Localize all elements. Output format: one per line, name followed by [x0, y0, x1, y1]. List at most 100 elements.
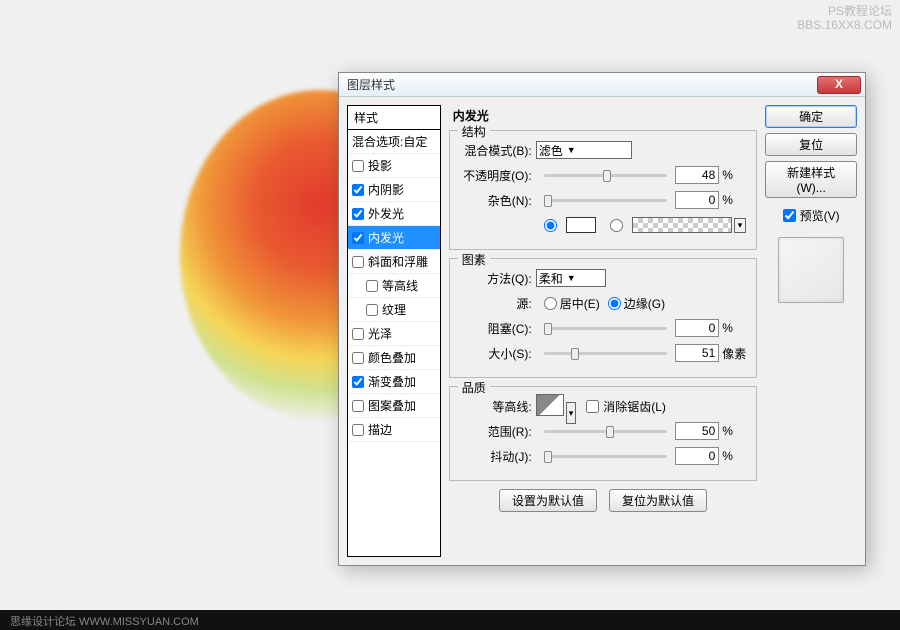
- layer-style-dialog: 图层样式 X 样式 混合选项:自定投影内阴影外发光内发光斜面和浮雕等高线纹理光泽…: [338, 72, 866, 566]
- style-checkbox[interactable]: [352, 208, 364, 220]
- watermark-line2: BBS.16XX8.COM: [797, 18, 892, 32]
- blend-mode-select[interactable]: 滤色▼: [536, 141, 632, 159]
- style-row[interactable]: 渐变叠加: [348, 370, 440, 394]
- style-label: 颜色叠加: [368, 349, 416, 366]
- antialias-checkbox[interactable]: [586, 400, 599, 413]
- style-label: 纹理: [382, 301, 406, 318]
- range-slider[interactable]: [544, 430, 668, 433]
- style-label: 等高线: [382, 277, 418, 294]
- jitter-label: 抖动(J):: [460, 448, 536, 465]
- style-row[interactable]: 内阴影: [348, 178, 440, 202]
- style-checkbox[interactable]: [352, 184, 364, 196]
- source-label: 源:: [460, 295, 536, 312]
- jitter-slider[interactable]: [544, 455, 668, 458]
- gradient-swatch[interactable]: [632, 217, 732, 233]
- preview-label: 预览(V): [800, 207, 840, 224]
- noise-input[interactable]: 0: [675, 191, 719, 209]
- opacity-input[interactable]: 48: [675, 166, 719, 184]
- size-input[interactable]: 51: [675, 344, 719, 362]
- range-input[interactable]: 50: [675, 422, 719, 440]
- opacity-label: 不透明度(O):: [460, 167, 536, 184]
- titlebar[interactable]: 图层样式 X: [339, 73, 865, 97]
- choke-input[interactable]: 0: [675, 319, 719, 337]
- color-swatch[interactable]: [566, 217, 596, 233]
- style-checkbox[interactable]: [366, 280, 378, 292]
- style-checkbox[interactable]: [352, 232, 364, 244]
- chevron-down-icon: ▼: [567, 145, 576, 155]
- unit-px: 像素: [722, 345, 746, 362]
- watermark-bottom: 思缘设计论坛 WWW.MISSYUAN.COM: [0, 610, 900, 630]
- style-row[interactable]: 等高线: [348, 274, 440, 298]
- style-label: 斜面和浮雕: [368, 253, 428, 270]
- style-checkbox[interactable]: [352, 160, 364, 172]
- style-label: 投影: [368, 157, 392, 174]
- technique-select[interactable]: 柔和▼: [536, 269, 606, 287]
- close-button[interactable]: X: [817, 76, 861, 94]
- legend-structure: 结构: [458, 123, 490, 140]
- style-label: 外发光: [368, 205, 404, 222]
- group-quality: 品质 等高线: ▾ 消除锯齿(L) 范围(R): 50 %: [449, 386, 758, 481]
- style-checkbox[interactable]: [352, 328, 364, 340]
- unit-percent: %: [722, 168, 746, 182]
- style-label: 描边: [368, 421, 392, 438]
- style-row[interactable]: 纹理: [348, 298, 440, 322]
- antialias-label: 消除锯齿(L): [603, 398, 666, 415]
- ok-button[interactable]: 确定: [765, 105, 857, 128]
- style-checkbox[interactable]: [352, 352, 364, 364]
- opacity-slider[interactable]: [544, 174, 668, 177]
- style-row[interactable]: 斜面和浮雕: [348, 250, 440, 274]
- style-label: 内阴影: [368, 181, 404, 198]
- color-radio-solid[interactable]: [544, 219, 557, 232]
- close-icon: X: [835, 77, 843, 91]
- jitter-input[interactable]: 0: [675, 447, 719, 465]
- style-checkbox[interactable]: [352, 256, 364, 268]
- preview-checkbox[interactable]: [783, 209, 796, 222]
- cancel-button[interactable]: 复位: [765, 133, 857, 156]
- style-label: 混合选项:自定: [352, 133, 427, 150]
- style-checkbox[interactable]: [352, 400, 364, 412]
- dialog-title: 图层样式: [347, 76, 817, 93]
- group-structure: 结构 混合模式(B): 滤色▼ 不透明度(O): 48 % 杂色(N): 0: [449, 130, 758, 250]
- watermark-line1: PS教程论坛: [797, 4, 892, 18]
- style-label: 图案叠加: [368, 397, 416, 414]
- style-row[interactable]: 图案叠加: [348, 394, 440, 418]
- style-row[interactable]: 投影: [348, 154, 440, 178]
- contour-picker[interactable]: ▾: [536, 394, 577, 419]
- style-label: 内发光: [368, 229, 404, 246]
- style-row[interactable]: 描边: [348, 418, 440, 442]
- contour-label: 等高线:: [460, 398, 536, 415]
- size-slider[interactable]: [544, 352, 668, 355]
- style-row[interactable]: 光泽: [348, 322, 440, 346]
- legend-quality: 品质: [458, 379, 490, 396]
- new-style-button[interactable]: 新建样式(W)...: [765, 161, 857, 198]
- panel-title: 内发光: [453, 107, 758, 124]
- choke-label: 阻塞(C):: [460, 320, 536, 337]
- style-row[interactable]: 颜色叠加: [348, 346, 440, 370]
- color-radio-gradient[interactable]: [610, 219, 623, 232]
- style-checkbox[interactable]: [352, 424, 364, 436]
- style-row[interactable]: 混合选项:自定: [348, 130, 440, 154]
- contour-swatch-icon: [536, 394, 564, 416]
- preview-thumbnail: [778, 237, 844, 303]
- style-row[interactable]: 外发光: [348, 202, 440, 226]
- choke-slider[interactable]: [544, 327, 668, 330]
- legend-elements: 图素: [458, 251, 490, 268]
- center-panel: 内发光 结构 混合模式(B): 滤色▼ 不透明度(O): 48 % 杂色(N):: [449, 105, 758, 557]
- size-label: 大小(S):: [460, 345, 536, 362]
- source-edge-radio[interactable]: [608, 297, 621, 310]
- dialog-body: 样式 混合选项:自定投影内阴影外发光内发光斜面和浮雕等高线纹理光泽颜色叠加渐变叠…: [339, 97, 865, 565]
- style-row[interactable]: 内发光: [348, 226, 440, 250]
- noise-slider[interactable]: [544, 199, 668, 202]
- source-center-radio[interactable]: [544, 297, 557, 310]
- style-label: 光泽: [368, 325, 392, 342]
- style-label: 渐变叠加: [368, 373, 416, 390]
- gradient-dropdown-icon[interactable]: ▾: [734, 218, 747, 233]
- right-panel: 确定 复位 新建样式(W)... 预览(V): [765, 105, 857, 557]
- chevron-down-icon: ▾: [566, 402, 577, 424]
- technique-label: 方法(Q):: [460, 270, 536, 287]
- style-checkbox[interactable]: [352, 376, 364, 388]
- reset-default-button[interactable]: 复位为默认值: [609, 489, 707, 512]
- style-checkbox[interactable]: [366, 304, 378, 316]
- styles-list: 样式 混合选项:自定投影内阴影外发光内发光斜面和浮雕等高线纹理光泽颜色叠加渐变叠…: [347, 105, 441, 557]
- set-default-button[interactable]: 设置为默认值: [499, 489, 597, 512]
